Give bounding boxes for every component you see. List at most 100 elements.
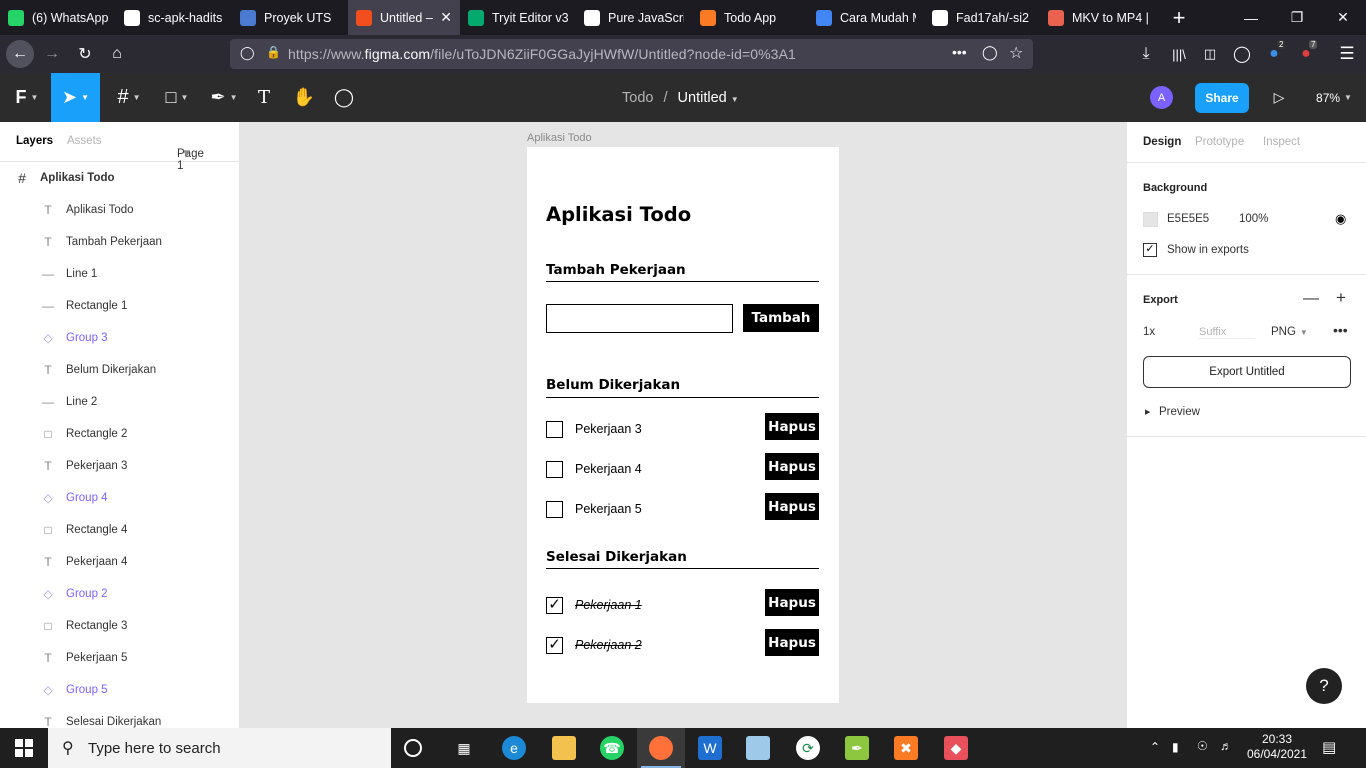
url-bar[interactable]: ◯ 🔒 https://www.figma.com/file/uToJDN6Zi… — [230, 39, 1033, 69]
preview-toggle[interactable]: Preview — [1159, 406, 1200, 418]
library-icon[interactable]: |||\ — [1165, 40, 1193, 68]
minimize-button[interactable]: — — [1228, 0, 1274, 35]
layer-item[interactable]: ◇ Group 3 — [0, 322, 240, 354]
breadcrumb-file[interactable]: Untitled — [678, 90, 727, 106]
share-button[interactable]: Share — [1195, 83, 1249, 113]
layer-item[interactable]: ◇ Group 2 — [0, 578, 240, 610]
layer-item[interactable]: T Pekerjaan 5 — [0, 642, 240, 674]
chevron-up-icon[interactable]: ⌃ — [1150, 740, 1160, 754]
bg-opacity-value[interactable]: 100% — [1239, 213, 1268, 225]
page-actions-icon[interactable]: ••• — [952, 44, 967, 60]
browser-tab[interactable]: Proyek UTS — [232, 0, 348, 35]
layer-item[interactable]: □ Rectangle 4 — [0, 514, 240, 546]
forward-button[interactable]: → — [38, 40, 66, 68]
close-window-button[interactable]: ✕ — [1320, 0, 1366, 35]
layer-item[interactable]: T Aplikasi Todo — [0, 194, 240, 226]
layer-item[interactable]: — Line 2 — [0, 386, 240, 418]
layer-item[interactable]: — Line 1 — [0, 258, 240, 290]
url-text[interactable]: https://www.figma.com/file/uToJDN6ZiiF0G… — [288, 46, 796, 62]
browser-tab[interactable]: Fad17ah/-si2 — [924, 0, 1040, 35]
home-button[interactable]: ⌂ — [103, 40, 131, 68]
figma-menu-icon[interactable]: F ▼ — [8, 73, 46, 122]
avatar[interactable]: A — [1150, 86, 1173, 109]
lock-icon[interactable]: 🔒 — [266, 45, 281, 59]
hamburger-menu-icon[interactable]: ☰ — [1333, 40, 1361, 68]
taskbar-search[interactable]: ⚲ Type here to search — [48, 728, 391, 768]
zoom-dropdown[interactable]: 87% ▼ — [1312, 73, 1356, 122]
caret-right-icon[interactable]: ▶ — [1145, 408, 1150, 416]
word-icon[interactable]: W — [698, 736, 722, 760]
wifi-icon[interactable]: ☉ — [1197, 739, 1208, 753]
notifications-icon[interactable]: ▤ — [1322, 738, 1336, 756]
bookmark-star-icon[interactable]: ☆ — [1009, 43, 1023, 63]
show-in-exports-checkbox[interactable]: ✓ — [1143, 243, 1157, 257]
notes-app-icon[interactable] — [746, 736, 770, 760]
todo-frame[interactable]: Aplikasi Todo Tambah Pekerjaan Tambah Be… — [527, 147, 839, 703]
add-button[interactable]: Tambah — [743, 304, 819, 332]
layer-item[interactable]: T Pekerjaan 4 — [0, 546, 240, 578]
cortana-icon[interactable] — [404, 739, 422, 757]
tab-layers[interactable]: Layers — [16, 135, 53, 147]
tab-design[interactable]: Design — [1143, 136, 1181, 148]
delete-button[interactable]: Hapus — [765, 453, 819, 480]
editor-app-icon[interactable]: ✒ — [845, 736, 869, 760]
browser-tab[interactable]: Untitled – ✕ — [348, 0, 460, 35]
layer-item[interactable]: □ Rectangle 3 — [0, 610, 240, 642]
frame-tool-icon[interactable]: # ▼ — [110, 73, 148, 122]
new-tab-button[interactable]: + — [1156, 0, 1202, 35]
layer-item[interactable]: T Pekerjaan 3 — [0, 450, 240, 482]
layer-item[interactable]: # Aplikasi Todo — [0, 162, 240, 194]
whatsapp-icon[interactable]: ☎ — [600, 736, 624, 760]
account-icon[interactable]: ◯ — [1228, 40, 1256, 68]
sync-app-icon[interactable]: ⟳ — [796, 736, 820, 760]
color-swatch[interactable] — [1143, 212, 1158, 227]
downloads-icon[interactable]: ⤓ — [1132, 40, 1160, 68]
tab-assets[interactable]: Assets — [67, 135, 102, 147]
eye-visibility-icon[interactable]: ◉ — [1335, 211, 1346, 227]
volume-icon[interactable]: ♬ — [1220, 739, 1232, 753]
delete-button[interactable]: Hapus — [765, 589, 819, 616]
pen-tool-icon[interactable]: ✒ ▼ — [205, 73, 243, 122]
clock[interactable]: 20:33 06/04/2021 — [1244, 732, 1310, 762]
move-tool-icon[interactable]: ➤ ▼ — [51, 73, 100, 122]
start-button[interactable] — [0, 728, 48, 768]
delete-button[interactable]: Hapus — [765, 493, 819, 520]
task-checkbox[interactable] — [546, 421, 563, 438]
delete-button[interactable]: Hapus — [765, 413, 819, 440]
tab-prototype[interactable]: Prototype — [1195, 136, 1244, 148]
hand-tool-icon[interactable]: ✋ — [291, 73, 317, 122]
back-button[interactable]: ← — [6, 40, 34, 68]
help-button[interactable]: ? — [1306, 668, 1342, 704]
text-tool-icon[interactable]: T — [253, 73, 275, 122]
edge-icon[interactable]: e — [502, 736, 526, 760]
layer-item[interactable]: ◇ Group 4 — [0, 482, 240, 514]
task-view-icon[interactable]: ▦ — [452, 736, 476, 760]
extension-icon[interactable]: ● 7 — [1292, 40, 1320, 68]
xampp-icon[interactable]: ✖ — [894, 736, 918, 760]
extension-icon[interactable]: ● 2 — [1260, 40, 1288, 68]
rectangle-tool-icon[interactable]: □ ▼ — [158, 73, 196, 122]
present-play-icon[interactable]: ▷ — [1268, 73, 1290, 122]
shield-icon[interactable]: ◯ — [240, 45, 255, 61]
task-input[interactable] — [546, 304, 733, 333]
browser-tab[interactable]: (6) WhatsApp — [0, 0, 116, 35]
task-checkbox[interactable] — [546, 461, 563, 478]
firefox-icon[interactable] — [649, 736, 673, 760]
task-checkbox[interactable]: ✓ — [546, 637, 563, 654]
close-tab-icon[interactable]: ✕ — [440, 9, 452, 26]
bg-hex-value[interactable]: E5E5E5 — [1167, 213, 1209, 225]
browser-tab[interactable]: Cara Mudah M — [808, 0, 924, 35]
browser-tab[interactable]: Tryit Editor v3 — [460, 0, 576, 35]
browser-tab[interactable]: Todo App — [692, 0, 808, 35]
file-explorer-icon[interactable] — [552, 736, 576, 760]
delete-button[interactable]: Hapus — [765, 629, 819, 656]
layer-item[interactable]: ◇ Group 5 — [0, 674, 240, 706]
comment-tool-icon[interactable]: ◯ — [331, 73, 357, 122]
maximize-button[interactable]: ❐ — [1274, 0, 1320, 35]
layer-item[interactable]: — Rectangle 1 — [0, 290, 240, 322]
breadcrumb-project[interactable]: Todo — [622, 90, 653, 106]
layer-item[interactable]: T Tambah Pekerjaan — [0, 226, 240, 258]
tab-inspect[interactable]: Inspect — [1263, 136, 1300, 148]
reload-button[interactable]: ↻ — [71, 40, 99, 68]
browser-tab[interactable]: sc-apk-hadits — [116, 0, 232, 35]
